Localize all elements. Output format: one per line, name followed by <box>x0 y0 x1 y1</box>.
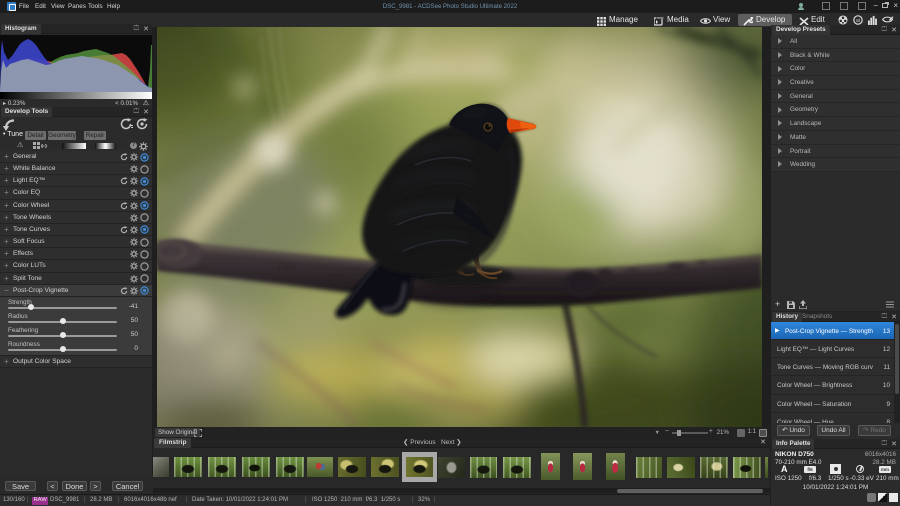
svg-text:ai: ai <box>856 17 860 23</box>
